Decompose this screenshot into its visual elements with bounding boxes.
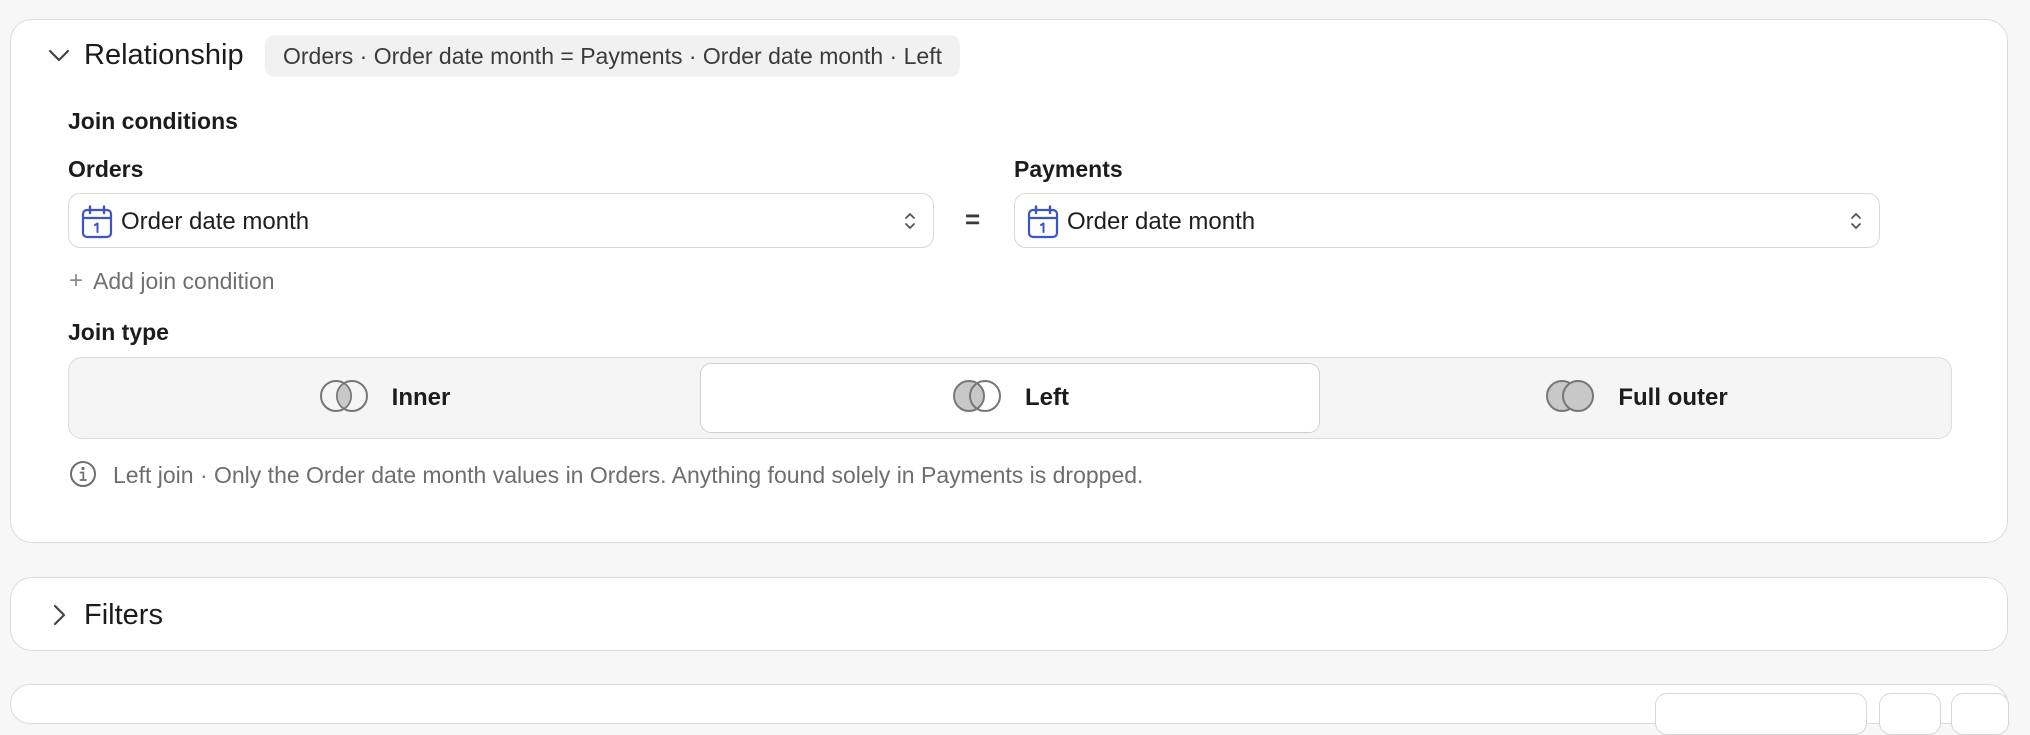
chevron-right-icon[interactable]	[39, 595, 79, 635]
right-field-value: Order date month	[1067, 208, 1256, 235]
venn-icon	[318, 378, 370, 419]
join-conditions-label: Join conditions	[68, 108, 238, 134]
filters-header[interactable]: Filters	[11, 578, 2007, 650]
join-info-text: Left join · Only the Order date month va…	[113, 461, 1144, 488]
plus-icon: +	[69, 267, 84, 294]
join-type-inner[interactable]: Inner	[74, 363, 694, 433]
relationship-title: Relationship	[84, 39, 244, 71]
join-type-selector: Inner Left Full outer	[68, 357, 1952, 439]
calendar-icon	[81, 205, 113, 244]
right-table-label: Payments	[1014, 156, 1123, 182]
add-join-condition-button[interactable]: + Add join condition	[69, 264, 275, 298]
venn-icon	[1544, 378, 1596, 419]
next-panel	[10, 684, 2009, 735]
join-operator: =	[965, 204, 981, 234]
panel-icon-button[interactable]	[1951, 693, 2009, 735]
relationship-summary: Orders · Order date month = Payments · O…	[265, 35, 960, 77]
panel-action-button[interactable]	[1655, 693, 1867, 735]
info-icon	[69, 460, 97, 494]
calendar-icon	[1027, 205, 1059, 244]
join-type-inner-label: Inner	[391, 384, 451, 411]
left-table-label: Orders	[68, 156, 144, 182]
chevron-down-icon[interactable]	[39, 36, 79, 76]
add-join-condition-label: Add join condition	[93, 267, 275, 294]
left-field-value: Order date month	[121, 208, 310, 235]
chevron-updown-icon	[1849, 209, 1863, 238]
filters-panel: Filters	[10, 577, 2008, 651]
chevron-updown-icon	[903, 209, 917, 238]
join-type-full-outer-label: Full outer	[1618, 384, 1728, 411]
filters-title: Filters	[84, 599, 163, 631]
right-field-select[interactable]: Order date month	[1014, 193, 1880, 248]
venn-icon	[951, 378, 1003, 419]
join-type-label: Join type	[68, 319, 169, 345]
panel-icon-button[interactable]	[1879, 693, 1941, 735]
relationship-panel: Relationship Orders · Order date month =…	[10, 19, 2008, 543]
join-info: Left join · Only the Order date month va…	[69, 456, 1143, 494]
relationship-header[interactable]: Relationship Orders · Order date month =…	[11, 20, 2007, 92]
join-type-full-outer[interactable]: Full outer	[1326, 363, 1946, 433]
join-type-left[interactable]: Left	[700, 363, 1320, 433]
left-field-select[interactable]: Order date month	[68, 193, 934, 248]
join-type-left-label: Left	[1025, 384, 1069, 411]
